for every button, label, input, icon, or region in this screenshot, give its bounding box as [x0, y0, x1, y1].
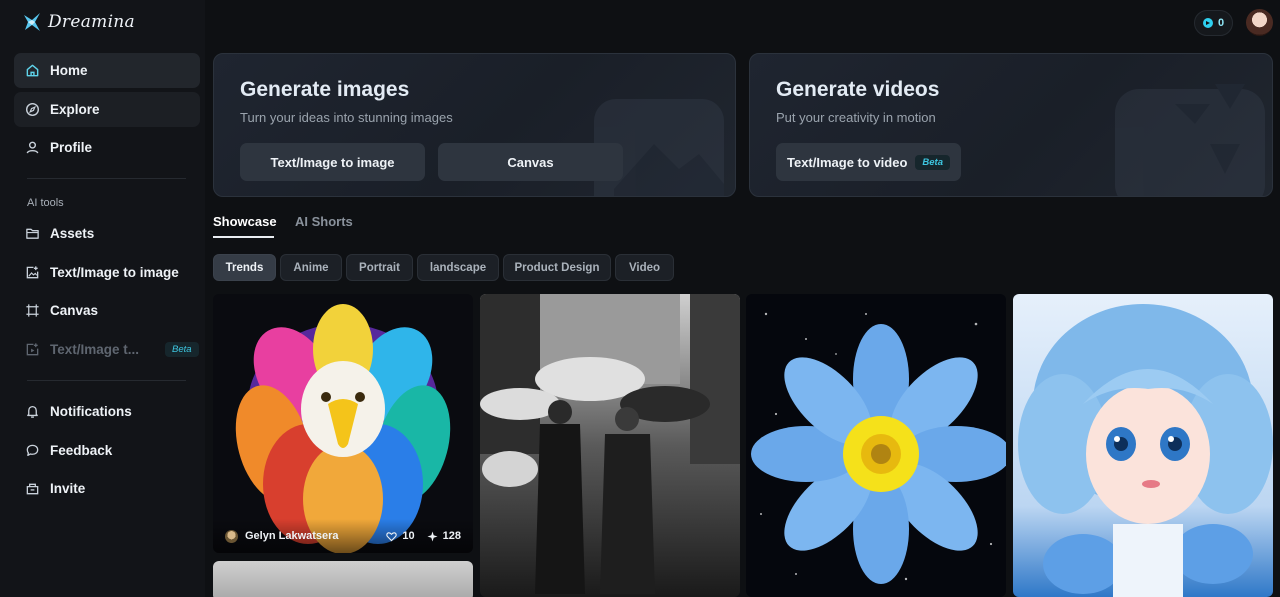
button-label: Text/Image to video: [787, 154, 908, 170]
chip-anime[interactable]: Anime: [280, 254, 342, 281]
sidebar-divider: [27, 380, 186, 381]
sidebar-item-text-image-to-video[interactable]: Text/Image t... Beta: [14, 332, 200, 367]
card-subtitle: Put your creativity in motion: [776, 110, 936, 125]
eagle-image: [213, 294, 473, 553]
chat-icon: [24, 443, 40, 459]
sidebar-item-label: Canvas: [50, 303, 99, 318]
like-stat[interactable]: 10: [386, 530, 415, 542]
card-title: Generate videos: [776, 78, 940, 101]
sidebar-item-explore[interactable]: Explore: [14, 92, 200, 127]
avatar[interactable]: [1246, 9, 1273, 36]
sidebar-item-label: Notifications: [50, 404, 132, 419]
home-icon: [24, 63, 40, 79]
sidebar-item-label: Profile: [50, 140, 93, 155]
sidebar-item-label: Invite: [50, 481, 86, 496]
gallery-item-gray[interactable]: [213, 561, 473, 597]
canvas-button[interactable]: Canvas: [438, 143, 623, 181]
sidebar-item-label: Text/Image to image: [50, 265, 179, 280]
chip-landscape[interactable]: landscape: [417, 254, 499, 281]
chip-trends[interactable]: Trends: [213, 254, 276, 281]
tile-footer: Gelyn Lakwatsera 10 128: [213, 519, 473, 553]
compass-icon: [24, 102, 40, 118]
sidebar-item-canvas[interactable]: Canvas: [14, 293, 200, 328]
gallery-item-eagle[interactable]: Gelyn Lakwatsera 10 128: [213, 294, 473, 553]
sidebar-item-invite[interactable]: Invite: [14, 471, 200, 506]
sparkle-icon: [427, 530, 438, 542]
generate-images-card: Generate images Turn your ideas into stu…: [213, 53, 736, 197]
sidebar-item-label: Home: [50, 63, 88, 78]
video-decoration-icon: [1115, 84, 1265, 196]
image-plus-icon: [24, 265, 40, 281]
credit-count: 0: [1217, 17, 1225, 29]
chip-video[interactable]: Video: [615, 254, 674, 281]
boost-stat[interactable]: 128: [427, 530, 461, 542]
sidebar-item-label: Explore: [50, 102, 100, 117]
sidebar-item-feedback[interactable]: Feedback: [14, 433, 200, 468]
dreamina-logo-icon: [24, 13, 40, 31]
tab-ai-shorts[interactable]: AI Shorts: [295, 214, 353, 229]
flower-image: [746, 294, 1006, 597]
sidebar-item-profile[interactable]: Profile: [14, 130, 200, 165]
video-plus-icon: [24, 342, 40, 358]
gallery-item-flower[interactable]: [746, 294, 1006, 597]
beta-badge: Beta: [165, 342, 199, 357]
sidebar-item-label: Feedback: [50, 443, 113, 458]
sidebar-item-notifications[interactable]: Notifications: [14, 394, 200, 429]
sidebar-item-text-image-to-image[interactable]: Text/Image to image: [14, 255, 200, 290]
sidebar: Dreamina Home Explore Profile AI tools A…: [0, 0, 205, 597]
heart-icon: [386, 531, 398, 541]
brand-name: Dreamina: [48, 12, 135, 32]
sidebar-item-label: Assets: [50, 226, 95, 241]
brand-logo[interactable]: Dreamina: [22, 11, 135, 33]
tab-active-indicator: [213, 236, 274, 238]
card-title: Generate images: [240, 78, 410, 101]
sidebar-item-home[interactable]: Home: [14, 53, 200, 88]
user-icon: [24, 140, 40, 156]
boost-count: 128: [442, 530, 461, 542]
credit-icon: [1202, 18, 1213, 28]
folder-icon: [24, 226, 40, 242]
gallery-item-umbrellas[interactable]: [480, 294, 740, 597]
beta-badge: Beta: [915, 154, 950, 170]
canvas-icon: [24, 303, 40, 319]
text-image-to-video-button[interactable]: Text/Image to video Beta: [776, 143, 961, 181]
app-root: Dreamina Home Explore Profile AI tools A…: [0, 0, 1280, 597]
like-count: 10: [402, 530, 415, 542]
gallery-item-anime-girl[interactable]: [1013, 294, 1273, 597]
tab-showcase[interactable]: Showcase: [213, 214, 277, 229]
sidebar-divider: [27, 178, 186, 179]
chip-portrait[interactable]: Portrait: [346, 254, 413, 281]
sidebar-item-assets[interactable]: Assets: [14, 216, 200, 251]
author-name[interactable]: Gelyn Lakwatsera: [245, 530, 339, 542]
generate-videos-card: Generate videos Put your creativity in m…: [749, 53, 1273, 197]
sidebar-item-label: Text/Image t...: [50, 342, 140, 357]
card-subtitle: Turn your ideas into stunning images: [240, 110, 453, 125]
bell-icon: [24, 404, 40, 420]
sidebar-section-label: AI tools: [27, 197, 64, 209]
chip-product-design[interactable]: Product Design: [503, 254, 611, 281]
umbrellas-image: [480, 294, 740, 597]
credits-indicator[interactable]: 0: [1194, 10, 1233, 36]
tile-stats: 10 128: [374, 530, 461, 542]
anime-girl-image: [1013, 294, 1273, 597]
gift-icon: [24, 481, 40, 497]
text-image-to-image-button[interactable]: Text/Image to image: [240, 143, 425, 181]
author-avatar[interactable]: [225, 529, 238, 543]
